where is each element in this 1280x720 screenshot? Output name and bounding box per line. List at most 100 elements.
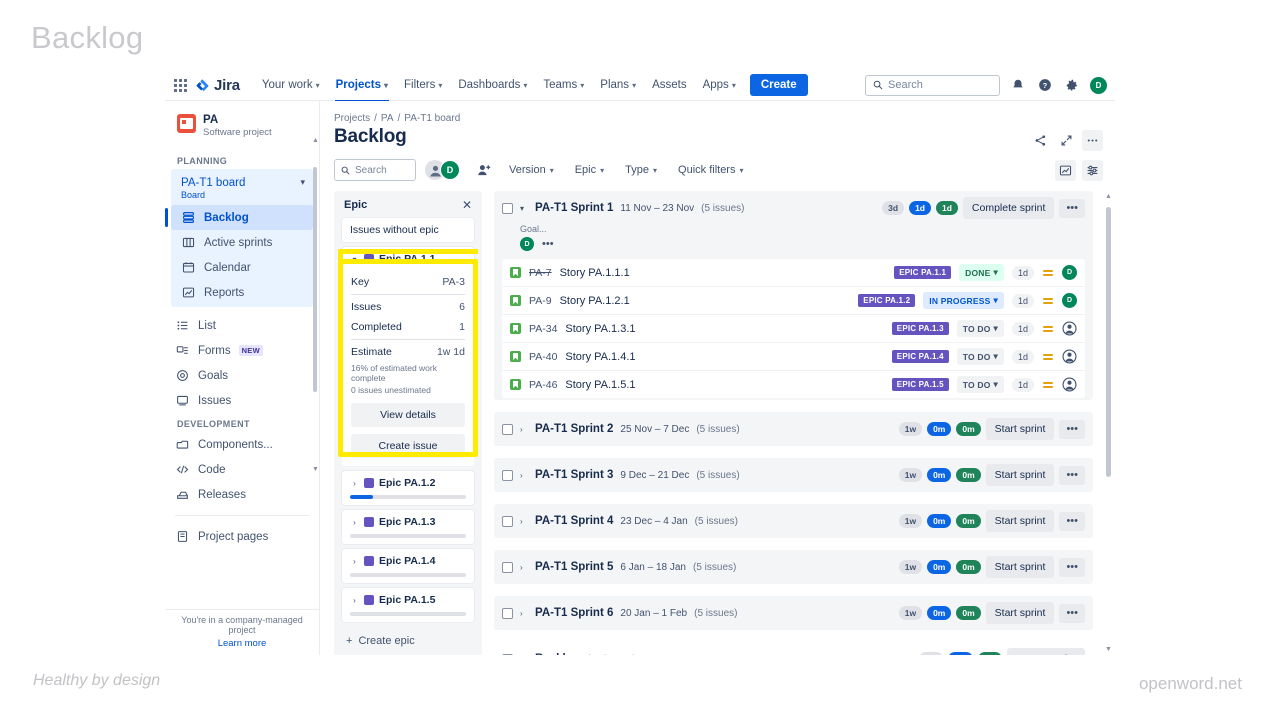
issue-key[interactable]: PA-7 [529,267,552,279]
issue-epic-tag[interactable]: EPIC PA.1.3 [891,322,949,335]
nav-plans[interactable]: Plans ▾ [593,74,643,96]
status-badge[interactable]: TO DO ▾ [956,348,1004,365]
nav-assets[interactable]: Assets [645,74,694,96]
add-people-button[interactable] [474,160,494,180]
sprint-6-checkbox[interactable] [502,607,513,619]
scroll-up-icon[interactable]: ▲ [1105,193,1112,200]
sprint-6-more-button[interactable]: ••• [1059,603,1085,623]
sidebar-item-issues[interactable]: Issues [165,388,319,413]
main-scrollbar[interactable]: ▲ ▼ [1105,191,1112,655]
sprint-4-more-button[interactable]: ••• [1059,511,1085,531]
epic-expand-chevron-icon[interactable]: › [350,596,359,605]
status-badge[interactable]: TO DO ▾ [956,376,1004,393]
nav-your-work[interactable]: Your work ▾ [255,74,327,96]
issue-key[interactable]: PA-40 [529,351,557,363]
issue-assignee-avatar[interactable]: D [1062,293,1077,308]
sprint-5-more-button[interactable]: ••• [1059,557,1085,577]
avatar-user-d[interactable]: D [440,160,460,180]
sprint-1-more-button[interactable]: ••• [1059,198,1085,218]
table-row[interactable]: PA-9 Story PA.1.2.1 EPIC PA.1.2 IN PROGR… [502,287,1085,315]
backlog-expand-chevron-icon[interactable]: › [520,655,528,656]
issue-epic-tag[interactable]: EPIC PA.1.1 [894,266,952,279]
table-row[interactable]: PA-40 Story PA.1.4.1 EPIC PA.1.4 TO DO ▾ … [502,343,1085,371]
sprint-4-checkbox[interactable] [502,515,513,527]
status-badge[interactable]: IN PROGRESS ▾ [923,292,1004,309]
scroll-down-icon[interactable]: ▼ [312,466,319,473]
sprint-3-expand-chevron-icon[interactable]: › [520,471,528,480]
sprint-2-more-button[interactable]: ••• [1059,419,1085,439]
start-sprint-button-4[interactable]: Start sprint [985,510,1055,532]
jira-home-logo[interactable]: Jira [195,77,240,94]
sprint-1-avatar[interactable]: D [520,237,534,251]
issue-key[interactable]: PA-9 [529,295,552,307]
sidebar-item-backlog[interactable]: Backlog [165,205,313,231]
priority-medium-icon[interactable] [1042,269,1054,276]
sidebar-scroll-track[interactable] [313,155,317,455]
create-epic-button[interactable]: + Create epic [342,627,474,647]
sprint-3-checkbox[interactable] [502,469,513,481]
board-settings-button[interactable] [1082,159,1103,181]
table-row[interactable]: PA-7 Story PA.1.1.1 EPIC PA.1.1 DONE ▾ 1d… [502,259,1085,287]
status-badge[interactable]: TO DO ▾ [956,320,1004,337]
sidebar-scrollbar[interactable]: ▲ ▼ [312,137,319,473]
breadcrumb-board[interactable]: PA-T1 board [404,113,460,124]
sprint-1-checkbox[interactable] [502,202,513,214]
filter-quick-filters[interactable]: Quick filters ▾ [672,161,749,179]
issue-epic-tag[interactable]: EPIC PA.1.4 [891,350,949,363]
status-badge[interactable]: DONE ▾ [959,264,1004,281]
issue-assignee-avatar-unassigned[interactable] [1062,377,1077,392]
table-row[interactable]: PA-46 Story PA.1.5.1 EPIC PA.1.5 TO DO ▾ … [502,371,1085,398]
scroll-down-icon[interactable]: ▼ [1105,646,1112,653]
breadcrumb-pa[interactable]: PA [381,113,394,124]
sidebar-item-code[interactable]: Code [165,457,319,482]
filter-type[interactable]: Type ▾ [619,161,663,179]
settings-gear-icon[interactable] [1063,76,1081,94]
filter-epic[interactable]: Epic ▾ [569,161,610,179]
issue-epic-tag[interactable]: EPIC PA.1.5 [891,378,949,391]
issue-key[interactable]: PA-34 [529,323,557,335]
sidebar-item-calendar[interactable]: Calendar [171,255,313,280]
user-avatar[interactable]: D [1090,76,1107,94]
sidebar-scroll-thumb[interactable] [313,167,317,392]
start-sprint-button-3[interactable]: Start sprint [985,464,1055,486]
app-switcher-icon[interactable] [171,76,189,94]
priority-medium-icon[interactable] [1042,297,1054,304]
share-button[interactable] [1030,130,1051,151]
issue-assignee-avatar-unassigned[interactable] [1062,349,1077,364]
breadcrumb-projects[interactable]: Projects [334,113,370,124]
epic-item-pa15[interactable]: › Epic PA.1.5 [342,588,474,622]
issue-assignee-avatar[interactable]: D [1062,265,1077,280]
nav-dashboards[interactable]: Dashboards ▾ [451,74,534,96]
view-details-button[interactable]: View details [351,403,465,427]
epic-item-pa13[interactable]: › Epic PA.1.3 [342,510,474,544]
sprint-3-more-button[interactable]: ••• [1059,465,1085,485]
sidebar-item-goals[interactable]: Goals [165,363,319,388]
epic-expand-chevron-icon[interactable]: › [350,557,359,566]
sprint-2-checkbox[interactable] [502,423,513,435]
nav-teams[interactable]: Teams ▾ [536,74,591,96]
sprint-1-meta-more[interactable]: ••• [542,238,554,250]
expand-button[interactable] [1056,130,1077,151]
filter-version[interactable]: Version ▾ [503,161,560,179]
main-scroll-thumb[interactable] [1106,207,1111,477]
sidebar-item-components[interactable]: Components... [165,432,319,457]
start-sprint-button-6[interactable]: Start sprint [985,602,1055,624]
sprint-2-expand-chevron-icon[interactable]: › [520,425,528,434]
epic-expand-chevron-icon[interactable]: › [350,479,359,488]
sidebar-item-releases[interactable]: Releases [165,482,319,507]
priority-medium-icon[interactable] [1042,325,1054,332]
sidebar-item-project-pages[interactable]: Project pages [165,524,319,549]
priority-medium-icon[interactable] [1042,353,1054,360]
sidebar-board-selector[interactable]: PA-T1 board Board ▾ [171,171,313,206]
epic-collapse-chevron-icon[interactable]: ▾ [350,255,359,264]
help-icon[interactable]: ? [1036,76,1054,94]
create-button[interactable]: Create [749,74,808,96]
backlog-search-input[interactable]: Search [334,159,416,181]
priority-medium-icon[interactable] [1042,381,1054,388]
sprint-5-expand-chevron-icon[interactable]: › [520,563,528,572]
issue-assignee-avatar-unassigned[interactable] [1062,321,1077,336]
sidebar-project-header[interactable]: PA Software project [165,111,319,150]
epic-item-pa14[interactable]: › Epic PA.1.4 [342,549,474,583]
global-search-input[interactable]: Search [865,74,1000,96]
close-icon[interactable]: ✕ [462,199,472,211]
